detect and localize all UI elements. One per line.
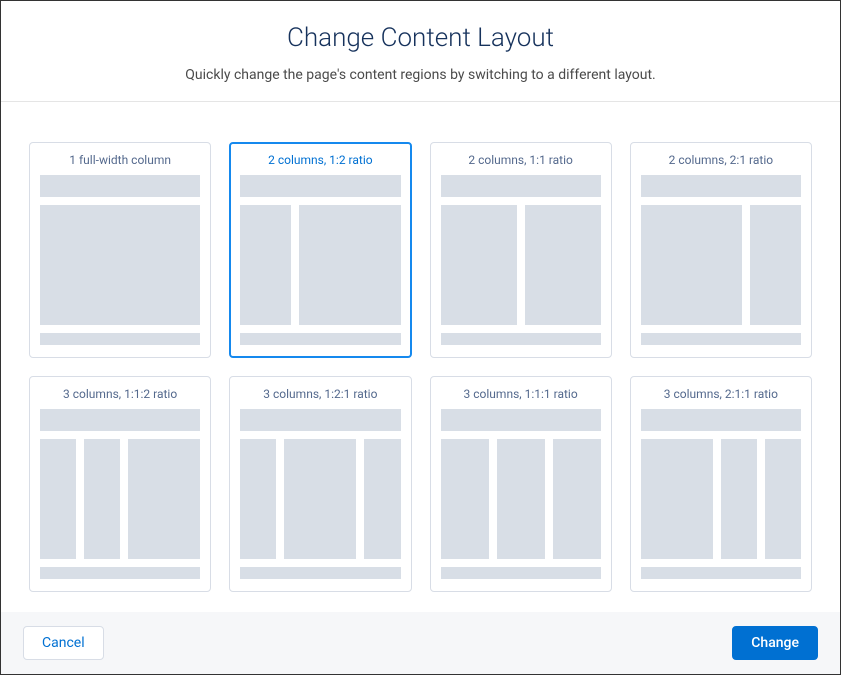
preview-columns-row — [641, 439, 801, 559]
preview-column-block — [240, 439, 276, 559]
preview-columns-row — [441, 205, 601, 325]
layout-option-label: 3 columns, 2:1:1 ratio — [641, 387, 801, 401]
preview-header-block — [240, 175, 400, 197]
preview-footer-block — [240, 333, 400, 345]
layout-option[interactable]: 2 columns, 2:1 ratio — [630, 142, 812, 358]
layout-option[interactable]: 2 columns, 1:1 ratio — [430, 142, 612, 358]
layout-option-label: 1 full-width column — [40, 153, 200, 167]
layout-option-label: 2 columns, 1:1 ratio — [441, 153, 601, 167]
preview-column-block — [497, 439, 545, 559]
preview-column-block — [750, 205, 801, 325]
preview-column-block — [364, 439, 400, 559]
layout-preview — [641, 409, 801, 579]
preview-columns-row — [641, 205, 801, 325]
preview-footer-block — [40, 567, 200, 579]
preview-column-block — [441, 439, 489, 559]
preview-header-block — [240, 409, 400, 431]
layout-option[interactable]: 3 columns, 1:2:1 ratio — [229, 376, 411, 592]
layout-option[interactable]: 2 columns, 1:2 ratio — [229, 142, 411, 358]
layout-option-label: 2 columns, 1:2 ratio — [240, 153, 400, 167]
dialog-subtitle: Quickly change the page's content region… — [21, 67, 820, 83]
cancel-button[interactable]: Cancel — [23, 626, 104, 660]
layout-option[interactable]: 3 columns, 1:1:2 ratio — [29, 376, 211, 592]
change-button[interactable]: Change — [732, 626, 818, 660]
preview-columns-row — [240, 439, 400, 559]
preview-column-block — [641, 205, 743, 325]
layout-option-label: 3 columns, 1:2:1 ratio — [240, 387, 400, 401]
preview-column-block — [299, 205, 401, 325]
layout-preview — [441, 175, 601, 345]
preview-columns-row — [240, 205, 400, 325]
preview-footer-block — [441, 333, 601, 345]
dialog-title: Change Content Layout — [21, 23, 820, 53]
preview-column-block — [284, 439, 356, 559]
layout-option[interactable]: 1 full-width column — [29, 142, 211, 358]
preview-header-block — [641, 409, 801, 431]
layout-preview — [40, 175, 200, 345]
dialog-header: Change Content Layout Quickly change the… — [1, 1, 840, 102]
preview-header-block — [441, 175, 601, 197]
preview-header-block — [40, 409, 200, 431]
layout-option[interactable]: 3 columns, 2:1:1 ratio — [630, 376, 812, 592]
preview-header-block — [441, 409, 601, 431]
preview-columns-row — [40, 439, 200, 559]
preview-column-block — [40, 205, 200, 325]
preview-column-block — [441, 205, 517, 325]
layout-preview — [240, 409, 400, 579]
preview-column-block — [721, 439, 757, 559]
layout-preview — [240, 175, 400, 345]
preview-footer-block — [441, 567, 601, 579]
layout-options-grid: 1 full-width column 2 columns, 1:2 ratio 2… — [1, 102, 840, 612]
preview-column-block — [40, 439, 76, 559]
preview-footer-block — [641, 567, 801, 579]
preview-footer-block — [40, 333, 200, 345]
preview-column-block — [128, 439, 200, 559]
preview-columns-row — [40, 205, 200, 325]
preview-column-block — [525, 205, 601, 325]
layout-option-label: 2 columns, 2:1 ratio — [641, 153, 801, 167]
preview-footer-block — [641, 333, 801, 345]
preview-header-block — [40, 175, 200, 197]
layout-option[interactable]: 3 columns, 1:1:1 ratio — [430, 376, 612, 592]
preview-header-block — [641, 175, 801, 197]
layout-option-label: 3 columns, 1:1:1 ratio — [441, 387, 601, 401]
preview-column-block — [641, 439, 713, 559]
preview-column-block — [84, 439, 120, 559]
layout-option-label: 3 columns, 1:1:2 ratio — [40, 387, 200, 401]
preview-column-block — [765, 439, 801, 559]
dialog-footer: Cancel Change — [1, 612, 840, 674]
preview-columns-row — [441, 439, 601, 559]
layout-preview — [441, 409, 601, 579]
layout-preview — [641, 175, 801, 345]
preview-column-block — [553, 439, 601, 559]
preview-footer-block — [240, 567, 400, 579]
preview-column-block — [240, 205, 291, 325]
layout-preview — [40, 409, 200, 579]
